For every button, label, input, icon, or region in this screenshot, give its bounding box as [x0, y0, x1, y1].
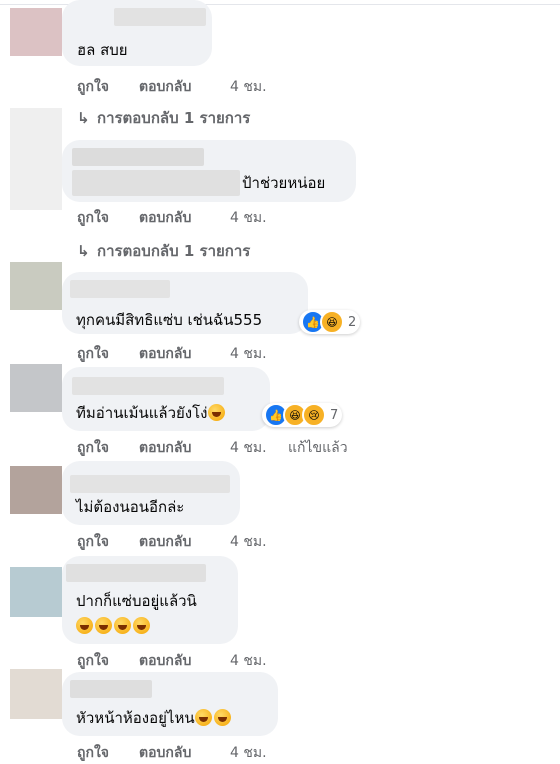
replies-label: การตอบกลับ 1 รายการ — [97, 242, 251, 260]
timestamp[interactable]: 4 ชม. — [230, 343, 267, 365]
comment-text-value: ทีมอ่านเม้นแล้วยังโง่ — [76, 404, 208, 422]
reply-button[interactable]: ตอบกลับ — [139, 437, 191, 459]
avatar[interactable] — [10, 567, 62, 617]
avatar[interactable] — [10, 8, 62, 56]
avatar[interactable] — [10, 669, 62, 719]
timestamp[interactable]: 4 ชม. — [230, 207, 267, 229]
comment-text: ปากก็แซ่บอยู่แล้วนิ — [76, 592, 197, 610]
comment-text: ทีมอ่านเม้นแล้วยังโง่ — [76, 403, 227, 423]
like-button[interactable]: ถูกใจ — [77, 531, 109, 553]
view-replies-link[interactable]: ↳ การตอบกลับ 1 รายการ — [77, 106, 250, 130]
avatar[interactable] — [10, 108, 62, 210]
blurred-name — [72, 377, 224, 395]
comment-text: ป้าช่วยหน่อย — [242, 174, 326, 192]
comment-bubble: ฮล สบย — [62, 0, 212, 66]
timestamp[interactable]: 4 ชม. — [230, 531, 267, 553]
reply-arrow-icon: ↳ — [77, 242, 90, 260]
like-button[interactable]: ถูกใจ — [77, 76, 109, 98]
comment-text: ทุกคนมีสิทธิแซ่บ เช่นฉัน555 — [76, 311, 263, 329]
rofl-emoji-icon — [114, 617, 131, 634]
comment-text: ไม่ต้องนอนอีกล่ะ — [76, 498, 185, 516]
like-button[interactable]: ถูกใจ — [77, 650, 109, 672]
replies-label: การตอบกลับ 1 รายการ — [97, 109, 251, 127]
reply-button[interactable]: ตอบกลับ — [139, 650, 191, 672]
reply-button[interactable]: ตอบกลับ — [139, 343, 191, 365]
comment-bubble: หัวหน้าห้องอยู่ไหน — [62, 672, 278, 736]
haha-reaction-icon: 😆 — [320, 310, 344, 334]
reaction-count: 7 — [330, 407, 339, 423]
rofl-emoji-icon — [194, 709, 212, 726]
blurred-name — [66, 564, 206, 582]
blurred-name — [70, 475, 230, 493]
blurred-name — [72, 148, 204, 166]
sad-reaction-icon: 😢 — [302, 403, 326, 427]
view-replies-link[interactable]: ↳ การตอบกลับ 1 รายการ — [77, 239, 250, 263]
like-button[interactable]: ถูกใจ — [77, 207, 109, 229]
comment-text: หัวหน้าห้องอยู่ไหน — [76, 708, 233, 728]
reply-button[interactable]: ตอบกลับ — [139, 207, 191, 229]
comment-bubble: ทีมอ่านเม้นแล้วยังโง่ — [62, 367, 270, 431]
rofl-emoji-icon — [133, 617, 150, 634]
reply-button[interactable]: ตอบกลับ — [139, 76, 191, 98]
rofl-emoji-icon — [213, 709, 231, 726]
comment-text: ฮล สบย — [77, 41, 128, 59]
emoji-row — [76, 616, 152, 636]
grin-emoji-icon — [207, 404, 225, 421]
reaction-count: 2 — [348, 314, 357, 330]
blurred-name — [114, 8, 206, 26]
reply-arrow-icon: ↳ — [77, 109, 90, 127]
rofl-emoji-icon — [76, 617, 93, 634]
like-button[interactable]: ถูกใจ — [77, 343, 109, 365]
comment-bubble: ไม่ต้องนอนอีกล่ะ — [62, 461, 240, 525]
blurred-text — [72, 170, 240, 196]
avatar[interactable] — [10, 466, 62, 514]
reaction-summary[interactable]: 👍 😆 2 — [299, 310, 361, 334]
timestamp[interactable]: 4 ชม. — [230, 650, 267, 672]
comment-bubble: ปากก็แซ่บอยู่แล้วนิ — [62, 556, 238, 644]
comment-bubble: ป้าช่วยหน่อย — [62, 140, 356, 202]
like-button[interactable]: ถูกใจ — [77, 437, 109, 459]
blurred-name — [70, 680, 152, 698]
timestamp[interactable]: 4 ชม. — [230, 76, 267, 98]
avatar[interactable] — [10, 364, 62, 412]
reaction-summary[interactable]: 👍 😆 😢 7 — [262, 403, 343, 427]
comment-text-value: หัวหน้าห้องอยู่ไหน — [76, 709, 195, 727]
edited-label[interactable]: แก้ไขแล้ว — [288, 437, 348, 459]
comment-bubble: ทุกคนมีสิทธิแซ่บ เช่นฉัน555 — [62, 272, 308, 334]
timestamp[interactable]: 4 ชม. — [230, 437, 267, 459]
avatar[interactable] — [10, 262, 62, 310]
blurred-name — [70, 280, 170, 298]
reply-button[interactable]: ตอบกลับ — [139, 531, 191, 553]
rofl-emoji-icon — [95, 617, 112, 634]
